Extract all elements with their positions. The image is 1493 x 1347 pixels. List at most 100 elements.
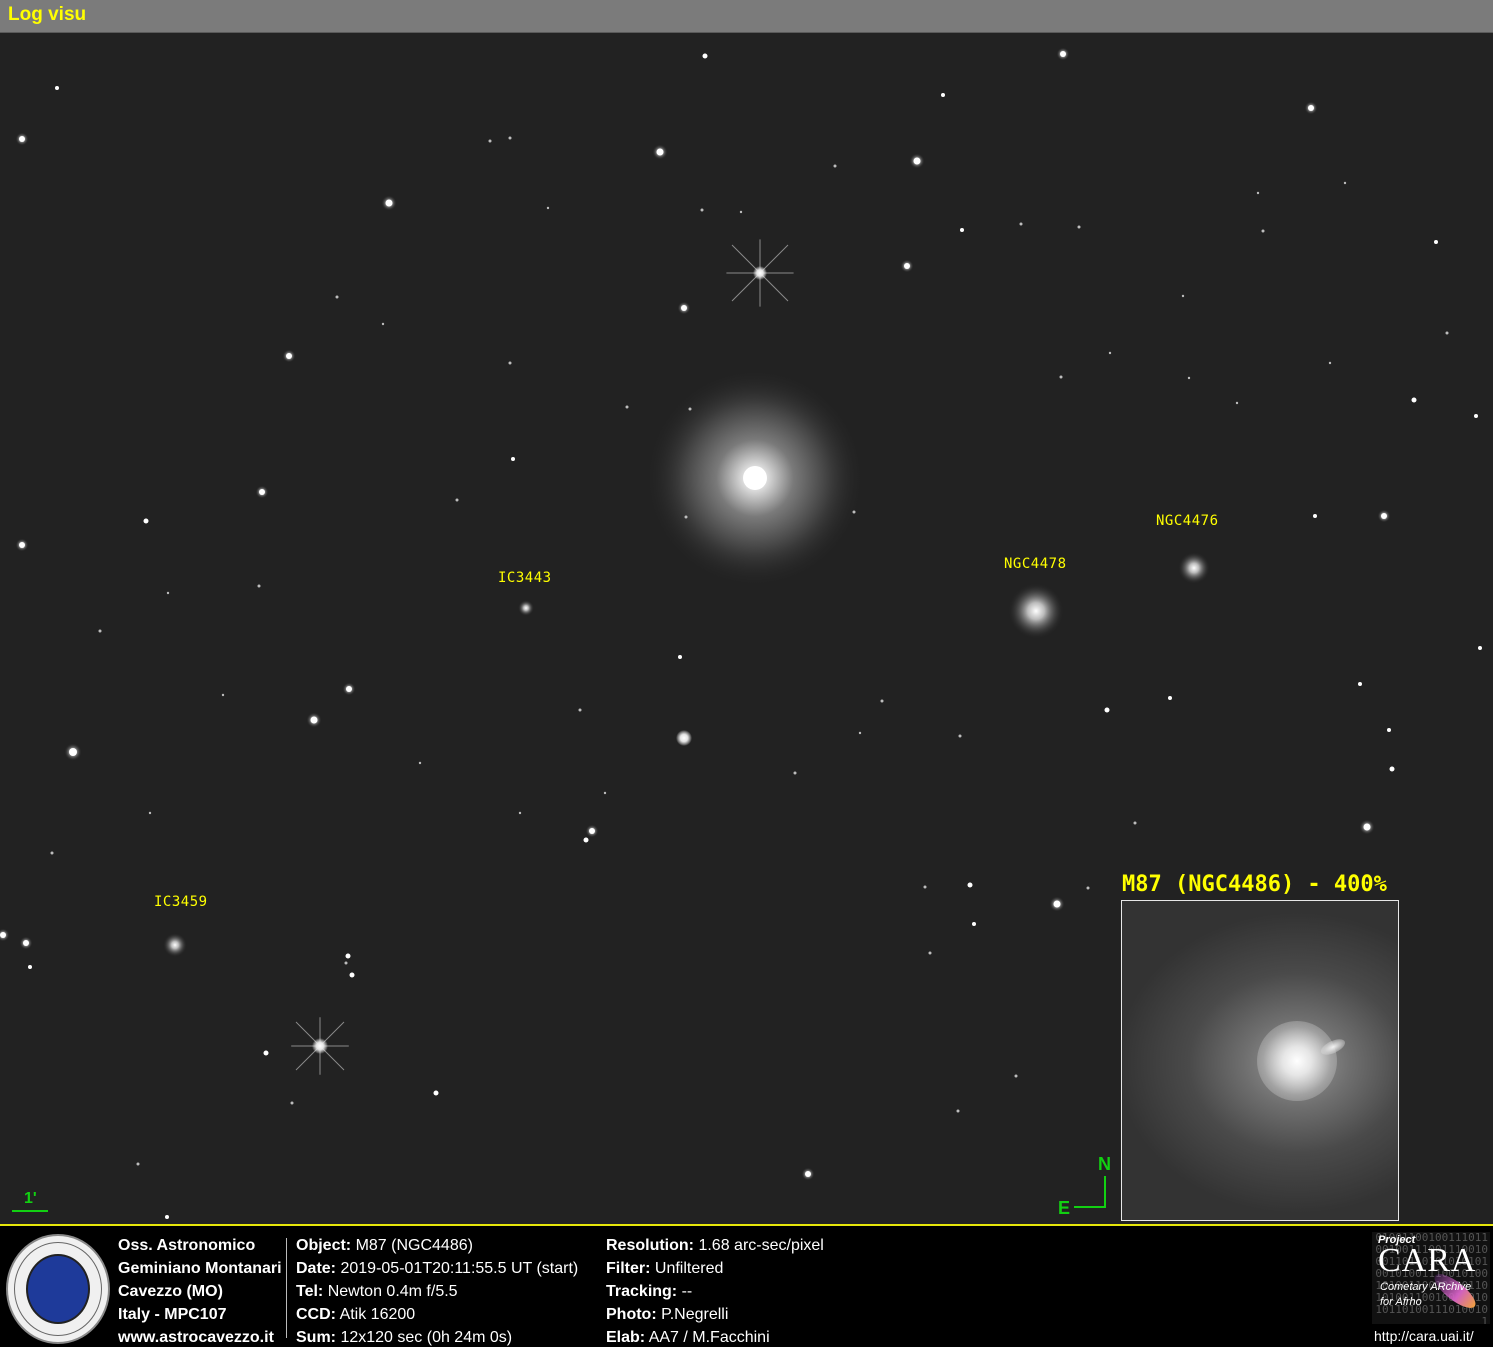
- star-24: [381, 322, 385, 326]
- star-82: [1328, 361, 1332, 365]
- cara-subtitle-1: Cometary ARchive: [1380, 1281, 1472, 1293]
- star-56: [578, 708, 582, 712]
- star-75: [956, 1109, 960, 1113]
- star-65: [28, 965, 32, 969]
- star-84: [1256, 191, 1260, 195]
- star-49: [1363, 823, 1371, 831]
- star-23: [335, 295, 339, 299]
- star-20: [904, 263, 910, 269]
- star-bright-3: [676, 730, 692, 746]
- info-sum: Sum: 12x120 sec (0h 24m 0s): [296, 1329, 513, 1346]
- star-89: [418, 761, 422, 765]
- star-47: [1387, 728, 1391, 732]
- info-resolution: Resolution: 1.68 arc-sec/pixel: [606, 1237, 824, 1254]
- star-66: [345, 953, 351, 959]
- star-32: [1474, 414, 1478, 418]
- galaxy-ngc4476: [1178, 552, 1210, 584]
- star-13: [546, 206, 550, 210]
- star-17: [1077, 225, 1081, 229]
- cara-logo: 0100110010011101100100111001110010001101…: [1372, 1232, 1490, 1324]
- star-35: [143, 518, 149, 524]
- star-81: [1445, 331, 1449, 335]
- star-11: [833, 164, 837, 168]
- star-1: [1060, 51, 1066, 57]
- compass-east-arrow: [1074, 1206, 1106, 1208]
- star-78: [958, 734, 962, 738]
- observatory-website: www.astrocavezzo.it: [118, 1329, 274, 1346]
- star-90: [148, 811, 152, 815]
- star-12: [700, 208, 704, 212]
- info-column-2: Resolution: 1.68 arc-sec/pixel Filter: U…: [606, 1234, 824, 1347]
- star-54: [1086, 886, 1090, 890]
- info-object: Object: M87 (NGC4486): [296, 1237, 473, 1254]
- star-0: [702, 53, 708, 59]
- star-95: [923, 885, 927, 889]
- star-30: [1187, 376, 1191, 380]
- star-72: [805, 1171, 811, 1177]
- star-9: [508, 136, 512, 140]
- observatory-info: Oss. Astronomico Geminiano Montanari Cav…: [118, 1234, 282, 1347]
- compass-east-label: E: [1058, 1198, 1071, 1218]
- scale-bar: [12, 1210, 48, 1212]
- star-25: [508, 361, 512, 365]
- info-column-1: Object: M87 (NGC4486) Date: 2019-05-01T2…: [296, 1234, 578, 1347]
- star-92: [603, 791, 607, 795]
- star-57: [589, 828, 595, 834]
- star-40: [684, 515, 688, 519]
- compass-north-arrow: [1104, 1176, 1106, 1208]
- star-4: [1308, 105, 1314, 111]
- star-15: [960, 228, 964, 232]
- star-51: [1053, 900, 1061, 908]
- star-94: [858, 731, 862, 735]
- scale-label: 1': [24, 1190, 37, 1207]
- observatory-name-2: Geminiano Montanari: [118, 1260, 282, 1277]
- star-83: [1181, 294, 1185, 298]
- galaxy-m87-core: [743, 466, 767, 490]
- star-28: [1059, 375, 1063, 379]
- star-29: [1108, 351, 1112, 355]
- info-footer: Oss. Astronomico Geminiano Montanari Cav…: [0, 1224, 1493, 1347]
- star-62: [50, 851, 54, 855]
- star-71: [290, 1101, 294, 1105]
- star-93: [793, 771, 797, 775]
- info-telescope: Tel: Newton 0.4m f/5.5: [296, 1283, 458, 1300]
- star-2: [55, 86, 59, 90]
- star-22: [286, 353, 292, 359]
- cara-url-link[interactable]: http://cara.uai.it/: [1374, 1328, 1474, 1344]
- star-86: [166, 591, 170, 595]
- star-6: [656, 148, 664, 156]
- observatory-name-1: Oss. Astronomico: [118, 1237, 256, 1254]
- star-5: [19, 136, 25, 142]
- star-76: [1014, 1074, 1018, 1078]
- observatory-logo-shield: [26, 1254, 90, 1324]
- star-91: [518, 811, 522, 815]
- star-80: [1235, 401, 1239, 405]
- star-36: [19, 542, 25, 548]
- observatory-code: Italy - MPC107: [118, 1306, 227, 1323]
- compass-north-label: N: [1098, 1154, 1111, 1174]
- star-69: [263, 1050, 269, 1056]
- star-bright-1: [753, 266, 767, 280]
- info-date: Date: 2019-05-01T20:11:55.5 UT (start): [296, 1260, 579, 1277]
- star-21: [681, 305, 687, 311]
- cara-name: CARA: [1378, 1242, 1477, 1279]
- inset-galaxy-core: [1257, 1021, 1337, 1101]
- cara-subtitle-2: for Afrho: [1380, 1296, 1422, 1308]
- star-74: [136, 1162, 140, 1166]
- star-97: [928, 951, 932, 955]
- star-26: [625, 405, 629, 409]
- observatory-logo: [6, 1234, 110, 1344]
- star-39: [852, 510, 856, 514]
- star-7: [913, 157, 921, 165]
- label-ic3443: IC3443: [498, 570, 552, 586]
- star-42: [1381, 513, 1387, 519]
- star-14: [739, 210, 743, 214]
- star-64: [0, 932, 6, 938]
- star-63: [23, 940, 29, 946]
- inset-zoom-panel: [1121, 900, 1399, 1221]
- star-58: [583, 837, 589, 843]
- star-33: [511, 457, 515, 461]
- star-73: [165, 1215, 169, 1219]
- inset-title: M87 (NGC4486) - 400%: [1122, 872, 1387, 897]
- star-67: [349, 972, 355, 978]
